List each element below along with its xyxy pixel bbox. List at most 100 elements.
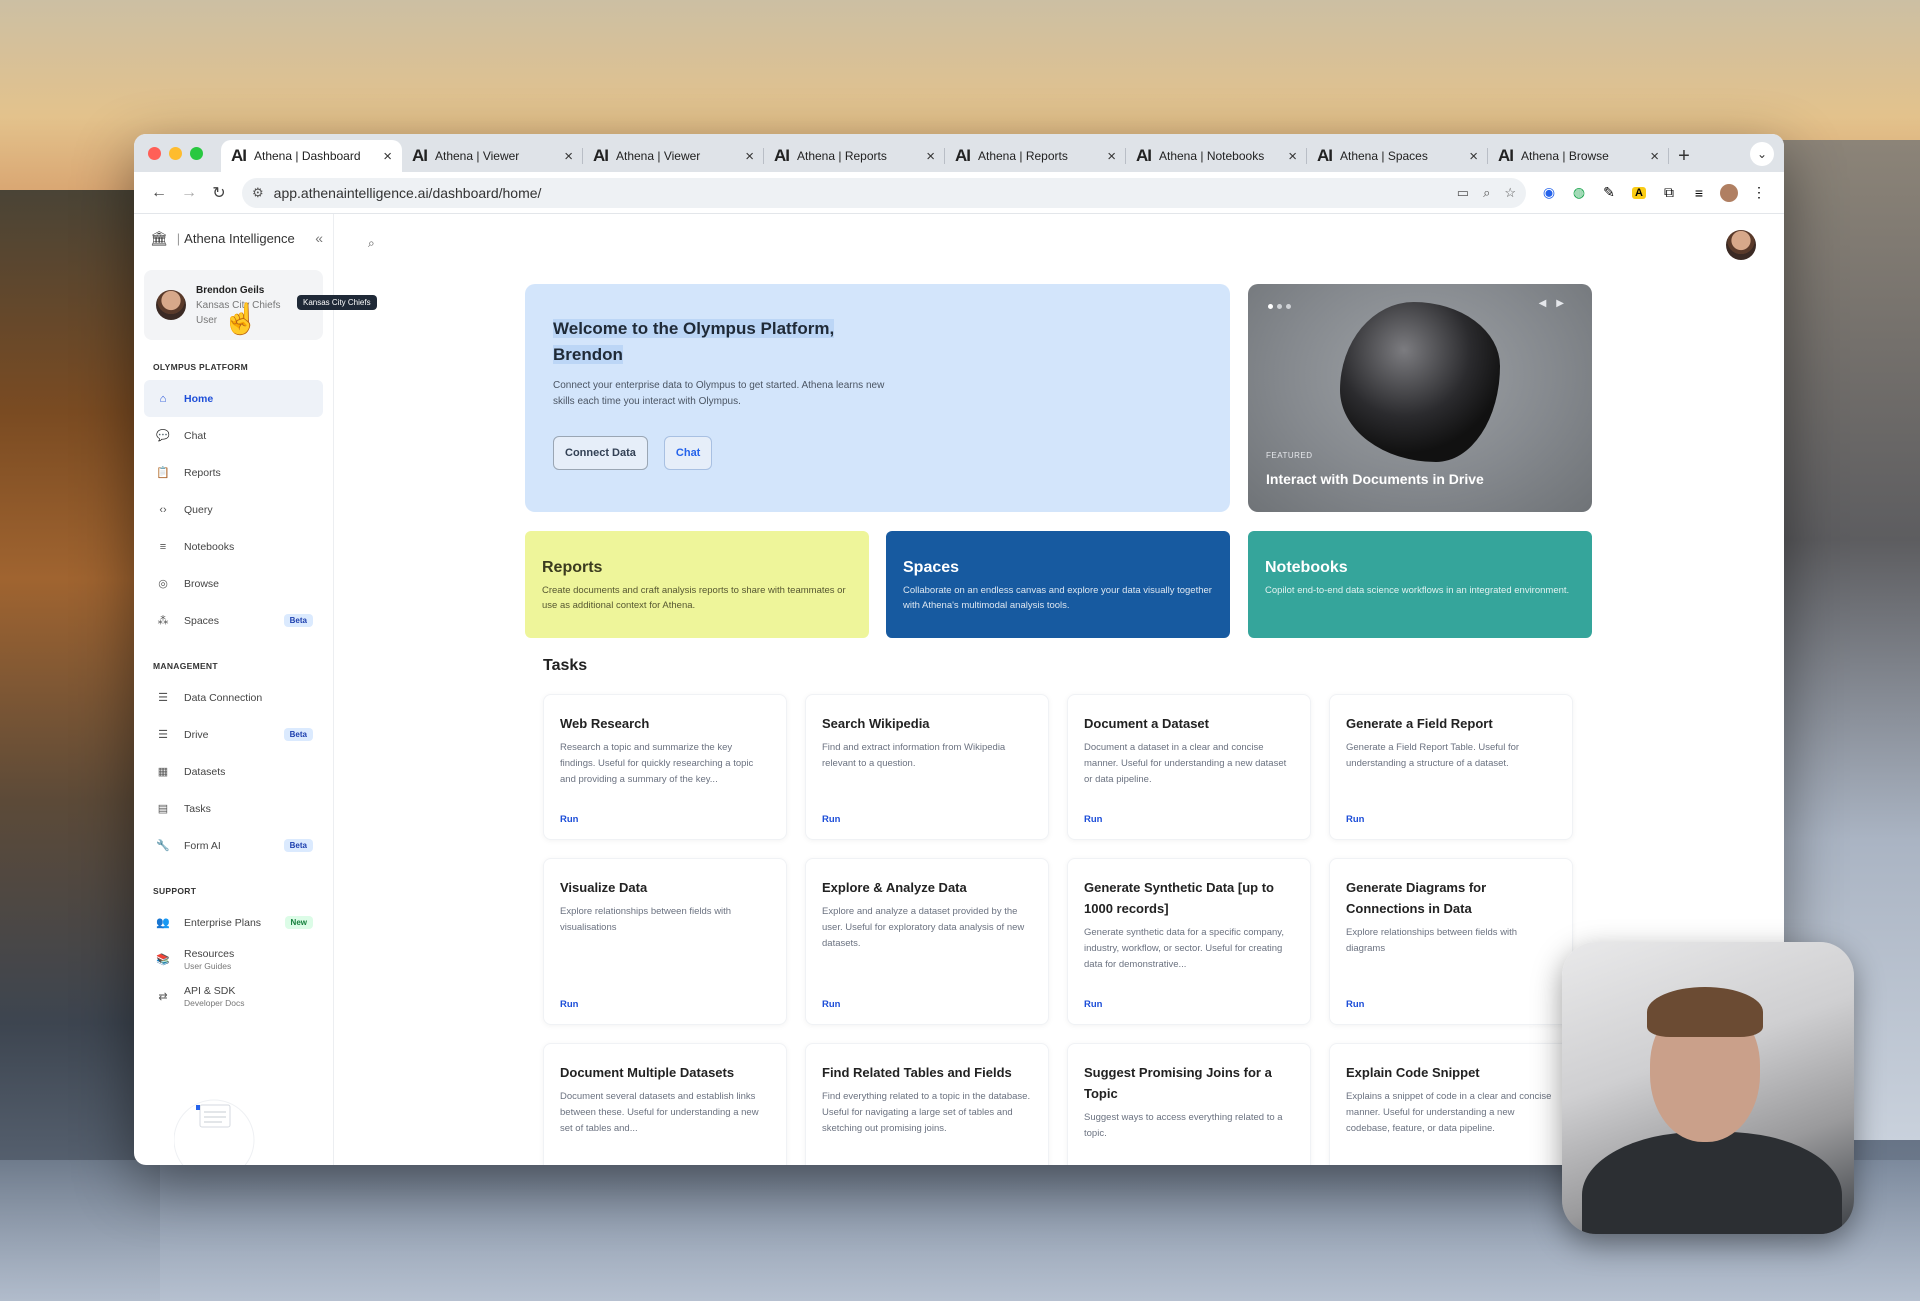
- carousel-dots[interactable]: [1268, 304, 1291, 309]
- connect-data-button[interactable]: Connect Data: [553, 436, 648, 470]
- task-card[interactable]: Explain Code Snippet Explains a snippet o…: [1329, 1043, 1573, 1165]
- sidebar-item-spaces[interactable]: ⁂ Spaces Beta: [144, 602, 323, 639]
- featured-card[interactable]: ◀▶ FEATURED Interact with Documents in D…: [1248, 284, 1592, 512]
- sidebar-item-browse[interactable]: ◎ Browse: [144, 565, 323, 602]
- browser-tab[interactable]: AI Athena | Reports ×: [945, 140, 1126, 172]
- task-card[interactable]: Generate Diagrams for Connections in Dat…: [1329, 858, 1573, 1025]
- sidebar-item-drive[interactable]: ☰ Drive Beta: [144, 716, 323, 753]
- reload-icon[interactable]: ↻: [204, 183, 234, 203]
- chat-button[interactable]: Chat: [663, 436, 713, 470]
- close-tab-icon[interactable]: ×: [1107, 148, 1116, 165]
- sidebar-item-notebooks[interactable]: ≡ Notebooks: [144, 528, 323, 565]
- task-card[interactable]: Generate Synthetic Data [up to 1000 reco…: [1067, 858, 1311, 1025]
- tab-search-icon[interactable]: ⌄: [1750, 142, 1774, 166]
- back-icon[interactable]: ←: [144, 184, 174, 202]
- run-button[interactable]: Run: [560, 999, 578, 1010]
- reading-list-icon[interactable]: ≡: [1684, 185, 1714, 201]
- sidebar-item-label: Spaces: [184, 614, 220, 627]
- close-tab-icon[interactable]: ×: [1650, 148, 1659, 165]
- extension-yellow-icon[interactable]: A: [1624, 186, 1654, 199]
- task-description: Document several datasets and establish …: [560, 1091, 759, 1134]
- athena-favicon-icon: AI: [231, 146, 247, 165]
- zoom-icon[interactable]: ⌕: [1483, 185, 1490, 201]
- notebooks-card[interactable]: Notebooks Copilot end-to-end data scienc…: [1248, 531, 1592, 638]
- book-icon: 📚: [156, 954, 170, 966]
- spaces-card[interactable]: Spaces Collaborate on an endless canvas …: [886, 531, 1230, 638]
- sidebar-item-datasets[interactable]: ▦ Datasets: [144, 753, 323, 790]
- sidebar-item-label: Form AI: [184, 839, 221, 852]
- task-card[interactable]: Suggest Promising Joins for a Topic Sugge…: [1067, 1043, 1311, 1165]
- url-field[interactable]: ⚙ app.athenaintelligence.ai/dashboard/ho…: [242, 177, 1526, 208]
- task-title: Explain Code Snippet: [1346, 1065, 1480, 1080]
- sidebar-item-api-sdk[interactable]: ⇄ API & SDK Developer Docs: [144, 978, 323, 1015]
- run-button[interactable]: Run: [822, 814, 840, 825]
- browser-tab[interactable]: AI Athena | Notebooks ×: [1126, 140, 1307, 172]
- athena-favicon-icon: AI: [774, 146, 790, 165]
- close-tab-icon[interactable]: ×: [926, 148, 935, 165]
- sidebar-item-resources[interactable]: 📚 Resources User Guides: [144, 941, 323, 978]
- task-card[interactable]: Document a Dataset Document a dataset in …: [1067, 694, 1311, 840]
- browser-tab[interactable]: AI Athena | Viewer ×: [583, 140, 764, 172]
- browser-tab[interactable]: AI Athena | Reports ×: [764, 140, 945, 172]
- task-description: Explore relationships between fields wit…: [1346, 927, 1518, 954]
- sidebar-item-tasks[interactable]: ▤ Tasks: [144, 790, 323, 827]
- run-button[interactable]: Run: [1346, 814, 1364, 825]
- task-card[interactable]: Generate a Field Report Generate a Field …: [1329, 694, 1573, 840]
- run-button[interactable]: Run: [560, 814, 578, 825]
- run-button[interactable]: Run: [1084, 999, 1102, 1010]
- close-tab-icon[interactable]: ×: [564, 148, 573, 165]
- close-tab-icon[interactable]: ×: [1288, 148, 1297, 165]
- close-tab-icon[interactable]: ×: [1469, 148, 1478, 165]
- extension-blue-icon[interactable]: ◉: [1534, 184, 1564, 201]
- task-card[interactable]: Explore & Analyze Data Explore and analyz…: [805, 858, 1049, 1025]
- notebooks-card-text: Copilot end-to-end data science workflow…: [1265, 585, 1570, 596]
- carousel-arrows[interactable]: ◀▶: [1539, 298, 1574, 309]
- featured-image: [1340, 302, 1500, 462]
- sidebar-item-enterprise-plans[interactable]: 👥 Enterprise Plans New: [144, 904, 323, 941]
- run-button[interactable]: Run: [1346, 999, 1364, 1010]
- collapse-sidebar-icon[interactable]: «: [315, 230, 323, 246]
- task-grid: Web Research Research a topic and summari…: [543, 694, 1575, 1165]
- cast-icon[interactable]: ▭: [1457, 185, 1469, 201]
- task-card[interactable]: Document Multiple Datasets Document sever…: [543, 1043, 787, 1165]
- featured-title: Interact with Documents in Drive: [1266, 471, 1484, 487]
- new-tab-button[interactable]: +: [1669, 140, 1699, 172]
- sidebar-item-chat[interactable]: 💬 Chat: [144, 417, 323, 454]
- tab-title: Athena | Viewer: [616, 149, 701, 163]
- forward-icon[interactable]: →: [174, 184, 204, 202]
- sidebar-item-data-connection[interactable]: ☰ Data Connection: [144, 679, 323, 716]
- site-settings-icon[interactable]: ⚙: [252, 185, 264, 201]
- profile-avatar-icon[interactable]: [1714, 183, 1744, 202]
- reports-card[interactable]: Reports Create documents and craft analy…: [525, 531, 869, 638]
- close-tab-icon[interactable]: ×: [745, 148, 754, 165]
- sidebar-item-reports[interactable]: 📋 Reports: [144, 454, 323, 491]
- close-window-button[interactable]: [148, 146, 161, 160]
- run-button[interactable]: Run: [822, 999, 840, 1010]
- menu-dots-icon[interactable]: ⋮: [1744, 184, 1774, 201]
- account-avatar[interactable]: [1726, 230, 1756, 260]
- minimize-window-button[interactable]: [169, 146, 182, 160]
- task-description: Explore relationships between fields wit…: [560, 906, 732, 933]
- task-card[interactable]: Visualize Data Explore relationships betw…: [543, 858, 787, 1025]
- browser-tab[interactable]: AI Athena | Browse ×: [1488, 140, 1669, 172]
- sidebar-item-home[interactable]: ⌂ Home: [144, 380, 323, 417]
- maximize-window-button[interactable]: [190, 146, 203, 160]
- sidebar-item-label: Enterprise Plans: [184, 916, 262, 929]
- search-icon[interactable]: ⌕: [368, 236, 375, 251]
- task-card[interactable]: Web Research Research a topic and summari…: [543, 694, 787, 840]
- browser-tab[interactable]: AI Athena | Viewer ×: [402, 140, 583, 172]
- sidebar-item-form-ai[interactable]: 🔧 Form AI Beta: [144, 827, 323, 864]
- close-tab-icon[interactable]: ×: [383, 148, 392, 165]
- run-button[interactable]: Run: [1084, 814, 1102, 825]
- extension-red-icon[interactable]: ◍: [1564, 184, 1594, 201]
- pen-icon[interactable]: ✎: [1594, 184, 1624, 201]
- sidebar-item-query[interactable]: ‹› Query: [144, 491, 323, 528]
- task-card[interactable]: Find Related Tables and Fields Find every…: [805, 1043, 1049, 1165]
- user-card[interactable]: Brendon Geils Kansas City Chiefs User Ka…: [144, 270, 377, 340]
- bookmark-star-icon[interactable]: ☆: [1504, 185, 1516, 201]
- browser-tab[interactable]: AI Athena | Dashboard ×: [221, 140, 402, 172]
- browser-tab[interactable]: AI Athena | Spaces ×: [1307, 140, 1488, 172]
- task-card[interactable]: Search Wikipedia Find and extract informa…: [805, 694, 1049, 840]
- lines-icon: ≡: [159, 540, 167, 553]
- puzzle-icon[interactable]: ⧉: [1654, 184, 1684, 201]
